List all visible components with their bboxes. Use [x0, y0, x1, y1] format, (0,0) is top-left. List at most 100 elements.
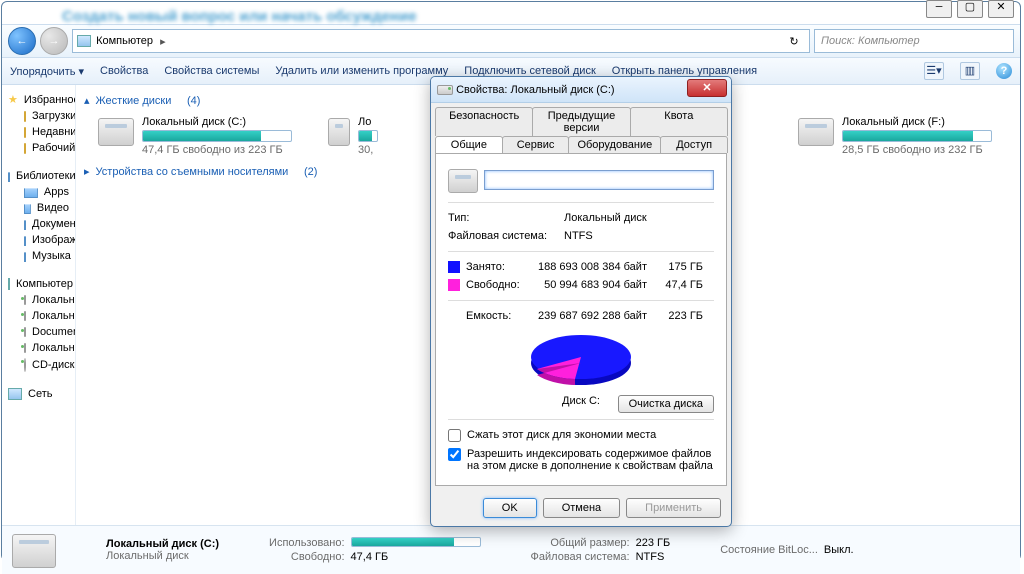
- free-bytes: 50 994 683 904 байт: [532, 279, 647, 291]
- type-label: Тип:: [448, 212, 558, 224]
- status-bitlocker-label: Состояние BitLoc...: [720, 544, 818, 556]
- organize-menu[interactable]: Упорядочить ▾: [10, 65, 84, 78]
- tab-tools[interactable]: Сервис: [502, 136, 570, 153]
- apply-button[interactable]: Применить: [626, 498, 721, 518]
- free-color-swatch: [448, 279, 460, 291]
- breadcrumb: Компьютер ▸: [91, 35, 166, 48]
- drive-icon: [24, 311, 26, 321]
- refresh-button[interactable]: ↻: [783, 35, 805, 48]
- tab-hardware[interactable]: Оборудование: [568, 136, 661, 153]
- chevron-down-icon: ▴: [84, 94, 90, 107]
- page-banner-blurred: Создать новый вопрос или начать обсужден…: [2, 2, 1020, 24]
- status-total-value: 223 ГБ: [636, 537, 671, 549]
- network-group[interactable]: Сеть: [6, 386, 71, 402]
- tab-quota[interactable]: Квота: [630, 107, 728, 136]
- compress-checkbox[interactable]: [448, 429, 461, 442]
- dialog-title: Свойства: Локальный диск (C:): [456, 84, 615, 96]
- breadcrumb-root[interactable]: Компьютер: [96, 35, 153, 47]
- help-icon[interactable]: ?: [996, 63, 1012, 79]
- library-icon: [24, 202, 31, 214]
- preview-pane-button[interactable]: ▥: [960, 62, 980, 80]
- sidebar-item-drive-c[interactable]: Локальный диск (C:): [6, 292, 71, 308]
- drive-icon: [98, 118, 134, 146]
- cancel-button[interactable]: Отмена: [543, 498, 620, 518]
- computer-icon: [77, 35, 91, 47]
- network-icon: [8, 388, 22, 400]
- dialog-buttons: OK Отмена Применить: [431, 490, 731, 526]
- dialog-tabs-row1: Безопасность Предыдущие версии Квота: [431, 103, 731, 136]
- used-gb: 175 ГБ: [653, 261, 703, 273]
- free-gb: 47,4 ГБ: [653, 279, 703, 291]
- status-fs-value: NTFS: [636, 551, 671, 563]
- library-icon: [24, 186, 38, 198]
- uninstall-program-button[interactable]: Удалить или изменить программу: [275, 65, 448, 77]
- drive-icon: [328, 118, 350, 146]
- library-icon: [24, 234, 26, 246]
- disk-label-row: Диск C: Очистка диска: [448, 393, 714, 413]
- drive-tile-f[interactable]: Локальный диск (F:) 28,5 ГБ свободно из …: [798, 116, 998, 156]
- sidebar-item-documents[interactable]: Документы: [6, 216, 71, 232]
- usage-pie-chart: [521, 331, 641, 391]
- drive-free-text: 28,5 ГБ свободно из 232 ГБ: [842, 144, 992, 156]
- used-label: Занято:: [466, 261, 526, 273]
- properties-button[interactable]: Свойства: [100, 65, 148, 77]
- status-bitlocker-value: Выкл.: [824, 544, 854, 556]
- drive-tile-c[interactable]: Локальный диск (C:) 47,4 ГБ свободно из …: [98, 116, 298, 156]
- ok-button[interactable]: OK: [483, 498, 537, 518]
- properties-dialog: Свойства: Локальный диск (C:) ✕ Безопасн…: [430, 76, 732, 527]
- view-options-button[interactable]: ☰▾: [924, 62, 944, 80]
- index-checkbox[interactable]: [448, 448, 461, 461]
- dialog-tabs-row2: Общие Сервис Оборудование Доступ: [431, 136, 731, 153]
- sidebar-item-music[interactable]: Музыка: [6, 248, 71, 264]
- search-input[interactable]: Поиск: Компьютер: [814, 29, 1014, 53]
- volume-label-input[interactable]: [484, 170, 714, 190]
- tab-previous-versions[interactable]: Предыдущие версии: [532, 107, 630, 136]
- capacity-bytes: 239 687 692 288 байт: [532, 310, 647, 322]
- capacity-bar: [358, 130, 378, 142]
- address-bar[interactable]: Компьютер ▸ ↻: [72, 29, 810, 53]
- sidebar-item-downloads[interactable]: Загрузки: [6, 108, 71, 124]
- drive-icon: [798, 118, 834, 146]
- disk-label: Диск C:: [562, 395, 600, 407]
- tab-general[interactable]: Общие: [435, 136, 503, 153]
- tab-security[interactable]: Безопасность: [435, 107, 533, 136]
- disk-cleanup-button[interactable]: Очистка диска: [618, 395, 714, 413]
- sidebar-item-drive-d[interactable]: Локальный диск (D:): [6, 308, 71, 324]
- drive-tile-d[interactable]: Ло 30,: [328, 116, 378, 156]
- library-icon: [24, 218, 26, 230]
- status-free-label: Свободно:: [269, 551, 345, 563]
- compress-label: Сжать этот диск для экономии места: [467, 429, 656, 441]
- library-icon: [24, 250, 26, 262]
- sidebar-item-drive-e[interactable]: Documents (E:): [6, 324, 71, 340]
- computer-icon: [8, 278, 10, 290]
- status-free-value: 47,4 ГБ: [351, 551, 481, 563]
- star-icon: ★: [8, 93, 18, 106]
- free-label: Свободно:: [466, 279, 526, 291]
- dialog-close-button[interactable]: ✕: [687, 79, 727, 97]
- folder-icon: [24, 111, 26, 122]
- drive-name: Локальный диск (F:): [842, 116, 992, 128]
- sidebar-item-drive-f[interactable]: Локальный диск (F:): [6, 340, 71, 356]
- dialog-titlebar[interactable]: Свойства: Локальный диск (C:) ✕: [431, 77, 731, 103]
- capacity-bar: [842, 130, 992, 142]
- drive-icon: [24, 295, 26, 305]
- drive-icon: [24, 327, 26, 337]
- capacity-bar: [142, 130, 292, 142]
- capacity-label: Емкость:: [466, 310, 526, 322]
- breadcrumb-separator-icon[interactable]: ▸: [160, 35, 166, 48]
- drive-name: Локальный диск (C:): [142, 116, 292, 128]
- back-button[interactable]: ←: [8, 27, 36, 55]
- sidebar-item-videos[interactable]: Видео: [6, 200, 71, 216]
- libraries-group[interactable]: Библиотеки: [6, 168, 71, 184]
- sidebar-item-pictures[interactable]: Изображения: [6, 232, 71, 248]
- cd-icon: [24, 358, 26, 372]
- sidebar-item-optical[interactable]: CD-дисковод (G:) M: [6, 356, 71, 374]
- favorites-group[interactable]: ★Избранное: [6, 91, 71, 108]
- computer-group[interactable]: Компьютер: [6, 276, 71, 292]
- tab-sharing[interactable]: Доступ: [660, 136, 728, 153]
- system-properties-button[interactable]: Свойства системы: [164, 65, 259, 77]
- sidebar-item-desktop[interactable]: Рабочий стол: [6, 140, 71, 156]
- forward-button[interactable]: →: [40, 27, 68, 55]
- sidebar-item-apps[interactable]: Apps: [6, 184, 71, 200]
- sidebar-item-recent[interactable]: Недавние места: [6, 124, 71, 140]
